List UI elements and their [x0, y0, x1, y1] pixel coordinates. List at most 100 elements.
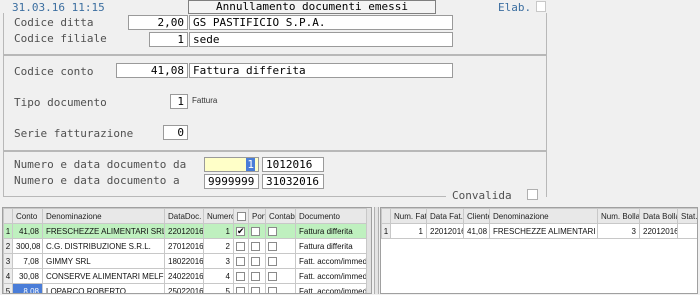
cell-port[interactable] [248, 238, 266, 254]
cell-select[interactable]: ✔ [233, 223, 249, 239]
col-documento-header[interactable]: Documento [295, 208, 369, 224]
row-index[interactable]: 4 [3, 268, 13, 284]
row-index[interactable]: 1 [381, 223, 391, 239]
contab-checkbox[interactable] [268, 271, 277, 281]
col-datafat-header[interactable]: Data Fat. [426, 208, 464, 224]
cell-conto[interactable]: 30,08 [12, 268, 43, 284]
cell-conto[interactable]: 300,08 [12, 238, 43, 254]
port-checkbox[interactable] [251, 271, 260, 281]
documents-table-scrollbar[interactable] [366, 208, 371, 293]
cell-conto[interactable]: 8,08 [12, 283, 43, 293]
serie-fatturazione-input[interactable]: 0 [163, 125, 188, 140]
col-datadoc-header[interactable]: DataDoc. [164, 208, 204, 224]
col-stat-header[interactable]: Stat. [677, 208, 697, 224]
codice-filiale-input[interactable]: 1 [149, 32, 188, 47]
cell-datadoc[interactable]: 18022016 [164, 253, 204, 269]
cell-select[interactable] [233, 253, 249, 269]
col-contab-header[interactable]: Contab. [265, 208, 296, 224]
cell-datafat[interactable]: 22012016 [426, 223, 464, 239]
table-row[interactable]: 1 1 22012016 41,08 FRESCHEZZE ALIMENTARI… [381, 223, 697, 239]
cell-contab[interactable] [265, 268, 296, 284]
table-row[interactable]: 5 8,08 LOPARCO ROBERTO 25022016 5 Fatt. … [3, 283, 369, 293]
cell-port[interactable] [248, 283, 266, 293]
cell-denominazione[interactable]: LOPARCO ROBERTO [42, 283, 165, 293]
contab-checkbox[interactable] [268, 286, 277, 293]
cell-numero[interactable]: 4 [203, 268, 234, 284]
cell-denominazione[interactable]: C.G. DISTRIBUZIONE S.R.L. [42, 238, 165, 254]
cell-denominazione[interactable]: GIMMY SRL [42, 253, 165, 269]
range-to-date-input[interactable]: 31032016 [262, 174, 324, 189]
cell-documento[interactable]: Fatt. accom/immed. [295, 283, 369, 293]
port-checkbox[interactable] [251, 256, 260, 266]
cell-databolla[interactable]: 22012016 [639, 223, 678, 239]
cell-documento[interactable]: Fatt. accom/immed. [295, 253, 369, 269]
table-row[interactable]: 1 41,08 FRESCHEZZE ALIMENTARI SRL 220120… [3, 223, 369, 239]
row-index[interactable]: 3 [3, 253, 13, 269]
port-checkbox[interactable] [251, 241, 260, 251]
cell-contab[interactable] [265, 223, 296, 239]
col-cliente-header[interactable]: Cliente [463, 208, 490, 224]
row-select-checkbox[interactable]: ✔ [236, 226, 245, 236]
cell-denominazione[interactable]: CONSERVE ALIMENTARI MELFI SRL [42, 268, 165, 284]
contab-checkbox[interactable] [268, 226, 277, 236]
cell-datadoc[interactable]: 27012016 [164, 238, 204, 254]
row-index[interactable]: 5 [3, 283, 13, 293]
col-select-header[interactable] [233, 208, 249, 224]
contab-checkbox[interactable] [268, 241, 277, 251]
row-select-checkbox[interactable] [236, 241, 245, 251]
cell-port[interactable] [248, 268, 266, 284]
col-numbolla-header[interactable]: Num. Bolla [597, 208, 640, 224]
cell-cliente[interactable]: 41,08 [463, 223, 490, 239]
row-select-checkbox[interactable] [236, 286, 245, 293]
table-row[interactable]: 2 300,08 C.G. DISTRIBUZIONE S.R.L. 27012… [3, 238, 369, 254]
cell-numero[interactable]: 3 [203, 253, 234, 269]
range-to-number-input[interactable]: 9999999 [204, 174, 259, 189]
cell-conto[interactable]: 7,08 [12, 253, 43, 269]
col-numero-header[interactable]: Numero [203, 208, 234, 224]
cell-documento[interactable]: Fattura differita [295, 223, 369, 239]
cell-stat[interactable] [677, 223, 697, 239]
panel-splitter[interactable] [374, 207, 379, 294]
col-numfat-header[interactable]: Num. Fat. [390, 208, 427, 224]
cell-numbolla[interactable]: 3 [597, 223, 640, 239]
cell-contab[interactable] [265, 253, 296, 269]
row-index[interactable]: 1 [3, 223, 13, 239]
range-from-date-input[interactable]: 1012016 [262, 157, 324, 172]
col-databolla-header[interactable]: Data Bolla [639, 208, 678, 224]
cell-port[interactable] [248, 253, 266, 269]
select-all-checkbox[interactable] [237, 211, 246, 221]
col-port-header[interactable]: Port. [248, 208, 266, 224]
col-denominazione-header[interactable]: Denominazione [42, 208, 165, 224]
col-denominazione-header[interactable]: Denominazione [489, 208, 598, 224]
cell-datadoc[interactable]: 25022016 [164, 283, 204, 293]
table-row[interactable]: 3 7,08 GIMMY SRL 18022016 3 Fatt. accom/… [3, 253, 369, 269]
cell-contab[interactable] [265, 283, 296, 293]
cell-numero[interactable]: 1 [203, 223, 234, 239]
cell-datadoc[interactable]: 24022016 [164, 268, 204, 284]
cell-denominazione[interactable]: FRESCHEZZE ALIMENTARI SRL [489, 223, 598, 239]
cell-select[interactable] [233, 268, 249, 284]
port-checkbox[interactable] [251, 286, 260, 293]
row-index[interactable]: 2 [3, 238, 13, 254]
range-from-number-input[interactable]: 1 [204, 157, 259, 172]
col-conto-header[interactable]: Conto [12, 208, 43, 224]
cell-datadoc[interactable]: 22012016 [164, 223, 204, 239]
cell-conto[interactable]: 41,08 [12, 223, 43, 239]
cell-documento[interactable]: Fattura differita [295, 238, 369, 254]
cell-select[interactable] [233, 283, 249, 293]
row-select-checkbox[interactable] [236, 271, 245, 281]
cell-numfat[interactable]: 1 [390, 223, 427, 239]
port-checkbox[interactable] [251, 226, 260, 236]
cell-documento[interactable]: Fatt. accom/immed. [295, 268, 369, 284]
convalida-checkbox[interactable] [527, 189, 538, 200]
codice-ditta-input[interactable]: 2,00 [128, 15, 188, 30]
cell-numero[interactable]: 5 [203, 283, 234, 293]
contab-checkbox[interactable] [268, 256, 277, 266]
cell-numero[interactable]: 2 [203, 238, 234, 254]
row-select-checkbox[interactable] [236, 256, 245, 266]
table-row[interactable]: 4 30,08 CONSERVE ALIMENTARI MELFI SRL 24… [3, 268, 369, 284]
tipo-documento-input[interactable]: 1 [170, 94, 188, 109]
cell-denominazione[interactable]: FRESCHEZZE ALIMENTARI SRL [42, 223, 165, 239]
cell-port[interactable] [248, 223, 266, 239]
cell-select[interactable] [233, 238, 249, 254]
